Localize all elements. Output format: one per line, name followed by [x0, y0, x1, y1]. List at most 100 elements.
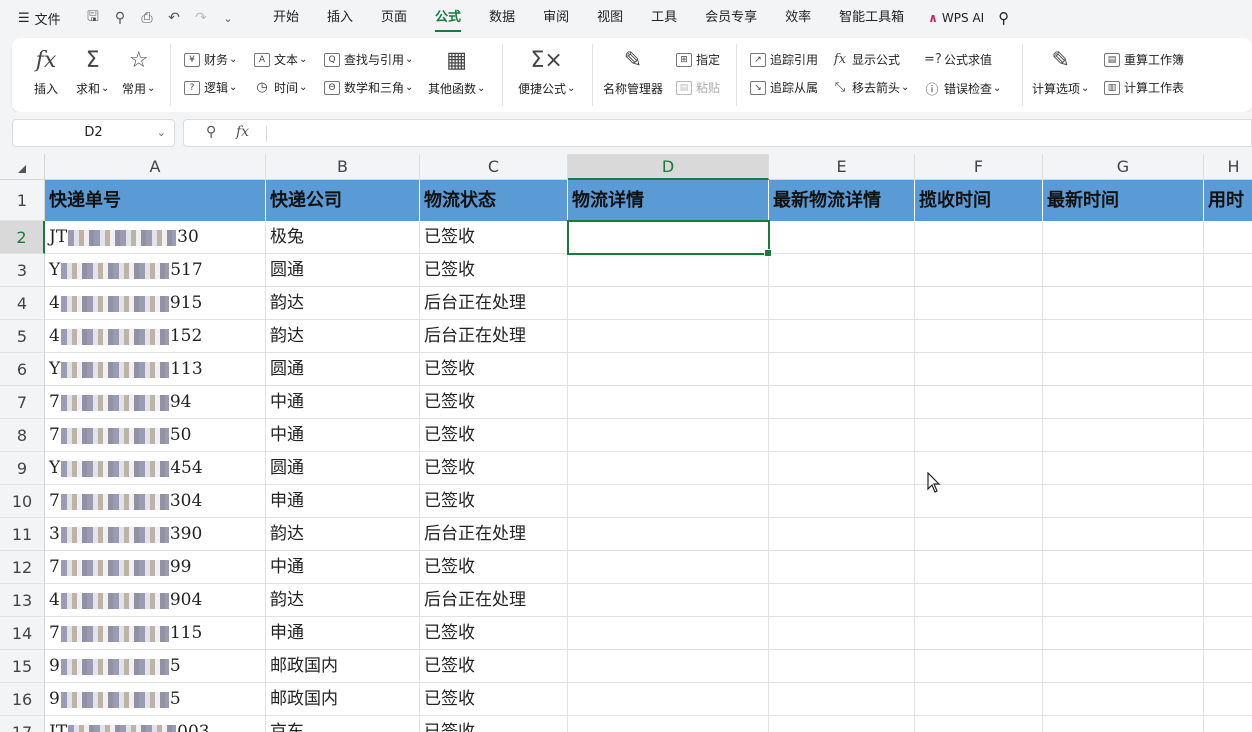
cell-c3[interactable]: 已签收 — [420, 254, 568, 287]
cell-c11[interactable]: 后台正在处理 — [420, 518, 568, 551]
column-header-b[interactable]: B — [266, 154, 420, 180]
cell-a14[interactable]: 7 115 — [45, 617, 266, 650]
cell-e12[interactable] — [769, 551, 915, 584]
cell-a16[interactable]: 95 — [45, 683, 266, 716]
cell-b7[interactable]: 中通 — [266, 386, 420, 419]
autosum-button[interactable]: Σ 求和 — [76, 46, 109, 97]
cell-f15[interactable] — [915, 650, 1043, 683]
tab-9[interactable]: 效率 — [771, 0, 825, 36]
cell-c17[interactable]: 已签收 — [420, 716, 568, 732]
cell-g10[interactable] — [1043, 485, 1204, 518]
other-functions-button[interactable]: ▦ 其他函数 — [428, 46, 485, 97]
search-icon[interactable]: ⚲ — [998, 9, 1009, 27]
row-header-17[interactable]: 17 — [0, 716, 45, 732]
cell-d7[interactable] — [568, 386, 769, 419]
cell-d15[interactable] — [568, 650, 769, 683]
cell-g16[interactable] — [1043, 683, 1204, 716]
cell-d4[interactable] — [568, 287, 769, 320]
cell-b3[interactable]: 圆通 — [266, 254, 420, 287]
select-all-corner[interactable] — [0, 154, 45, 180]
tab-7[interactable]: 工具 — [637, 0, 691, 36]
header-cell-c[interactable]: 物流状态 — [420, 180, 568, 221]
cell-b2[interactable]: 极兔 — [266, 221, 420, 254]
cell-e15[interactable] — [769, 650, 915, 683]
cell-b6[interactable]: 圆通 — [266, 353, 420, 386]
column-header-d[interactable]: D — [568, 154, 769, 180]
cell-a13[interactable]: 4 904 — [45, 584, 266, 617]
cell-h16[interactable] — [1204, 683, 1252, 716]
header-cell-h[interactable]: 用时 — [1204, 180, 1252, 221]
column-header-e[interactable]: E — [769, 154, 915, 180]
cell-c10[interactable]: 已签收 — [420, 485, 568, 518]
cell-e16[interactable] — [769, 683, 915, 716]
column-header-h[interactable]: H — [1204, 154, 1252, 180]
cell-g7[interactable] — [1043, 386, 1204, 419]
insert-function-button[interactable]: fx 插入 — [34, 46, 58, 97]
cell-f16[interactable] — [915, 683, 1043, 716]
cell-g9[interactable] — [1043, 452, 1204, 485]
cell-d17[interactable] — [568, 716, 769, 732]
cell-c6[interactable]: 已签收 — [420, 353, 568, 386]
cell-g2[interactable] — [1043, 221, 1204, 254]
cell-d11[interactable] — [568, 518, 769, 551]
calculation-options-button[interactable]: ✎ 计算选项 — [1032, 46, 1089, 97]
tab-3[interactable]: 公式 — [421, 0, 475, 36]
cell-c13[interactable]: 后台正在处理 — [420, 584, 568, 617]
cell-h17[interactable] — [1204, 716, 1252, 732]
cell-b8[interactable]: 中通 — [266, 419, 420, 452]
quick-formula-button[interactable]: Σ× 便捷公式 — [518, 46, 575, 97]
cell-h14[interactable] — [1204, 617, 1252, 650]
cell-a11[interactable]: 3 390 — [45, 518, 266, 551]
column-header-g[interactable]: G — [1043, 154, 1204, 180]
cell-b15[interactable]: 邮政国内 — [266, 650, 420, 683]
cell-f6[interactable] — [915, 353, 1043, 386]
cell-d3[interactable] — [568, 254, 769, 287]
cell-b5[interactable]: 韵达 — [266, 320, 420, 353]
header-cell-d[interactable]: 物流详情 — [568, 180, 769, 221]
row-header-14[interactable]: 14 — [0, 617, 45, 650]
cell-c5[interactable]: 后台正在处理 — [420, 320, 568, 353]
row-header-7[interactable]: 7 — [0, 386, 45, 419]
show-formulas-button[interactable]: fx 显示公式 — [832, 51, 900, 68]
tab-2[interactable]: 页面 — [367, 0, 421, 36]
cell-e14[interactable] — [769, 617, 915, 650]
row-header-2[interactable]: 2 — [0, 221, 45, 254]
row-header-5[interactable]: 5 — [0, 320, 45, 353]
cell-g4[interactable] — [1043, 287, 1204, 320]
redo-icon[interactable]: ↷ — [192, 10, 210, 26]
name-manager-button[interactable]: ✎ 名称管理器 — [603, 46, 663, 97]
header-cell-a[interactable]: 快递单号 — [45, 180, 266, 221]
row-header-3[interactable]: 3 — [0, 254, 45, 287]
tab-5[interactable]: 审阅 — [529, 0, 583, 36]
cell-c16[interactable]: 已签收 — [420, 683, 568, 716]
calc-sheet-button[interactable]: ▥ 计算工作表 — [1104, 79, 1184, 96]
cell-c15[interactable]: 已签收 — [420, 650, 568, 683]
cell-d8[interactable] — [568, 419, 769, 452]
cell-b10[interactable]: 申通 — [266, 485, 420, 518]
formula-input[interactable]: ⚲ fx — [183, 119, 1252, 147]
cell-h3[interactable] — [1204, 254, 1252, 287]
cell-f8[interactable] — [915, 419, 1043, 452]
time-functions-button[interactable]: ◷ 时间 — [254, 79, 307, 96]
cell-h12[interactable] — [1204, 551, 1252, 584]
tab-0[interactable]: 开始 — [259, 0, 313, 36]
row-header-15[interactable]: 15 — [0, 650, 45, 683]
cell-e9[interactable] — [769, 452, 915, 485]
error-checking-button[interactable]: ⓘ 错误检查 — [924, 79, 1001, 98]
cell-d13[interactable] — [568, 584, 769, 617]
name-box[interactable]: D2 ⌄ — [12, 119, 175, 147]
row-header-16[interactable]: 16 — [0, 683, 45, 716]
row-header-4[interactable]: 4 — [0, 287, 45, 320]
row-header-10[interactable]: 10 — [0, 485, 45, 518]
cell-h11[interactable] — [1204, 518, 1252, 551]
cell-e5[interactable] — [769, 320, 915, 353]
cell-e17[interactable] — [769, 716, 915, 732]
cell-h8[interactable] — [1204, 419, 1252, 452]
row-header-6[interactable]: 6 — [0, 353, 45, 386]
tab-10[interactable]: 智能工具箱 — [825, 0, 918, 36]
trace-dependents-button[interactable]: ↘ 追踪从属 — [750, 79, 818, 96]
cell-f13[interactable] — [915, 584, 1043, 617]
cell-h13[interactable] — [1204, 584, 1252, 617]
cell-f2[interactable] — [915, 221, 1043, 254]
cell-d2[interactable] — [568, 221, 769, 254]
